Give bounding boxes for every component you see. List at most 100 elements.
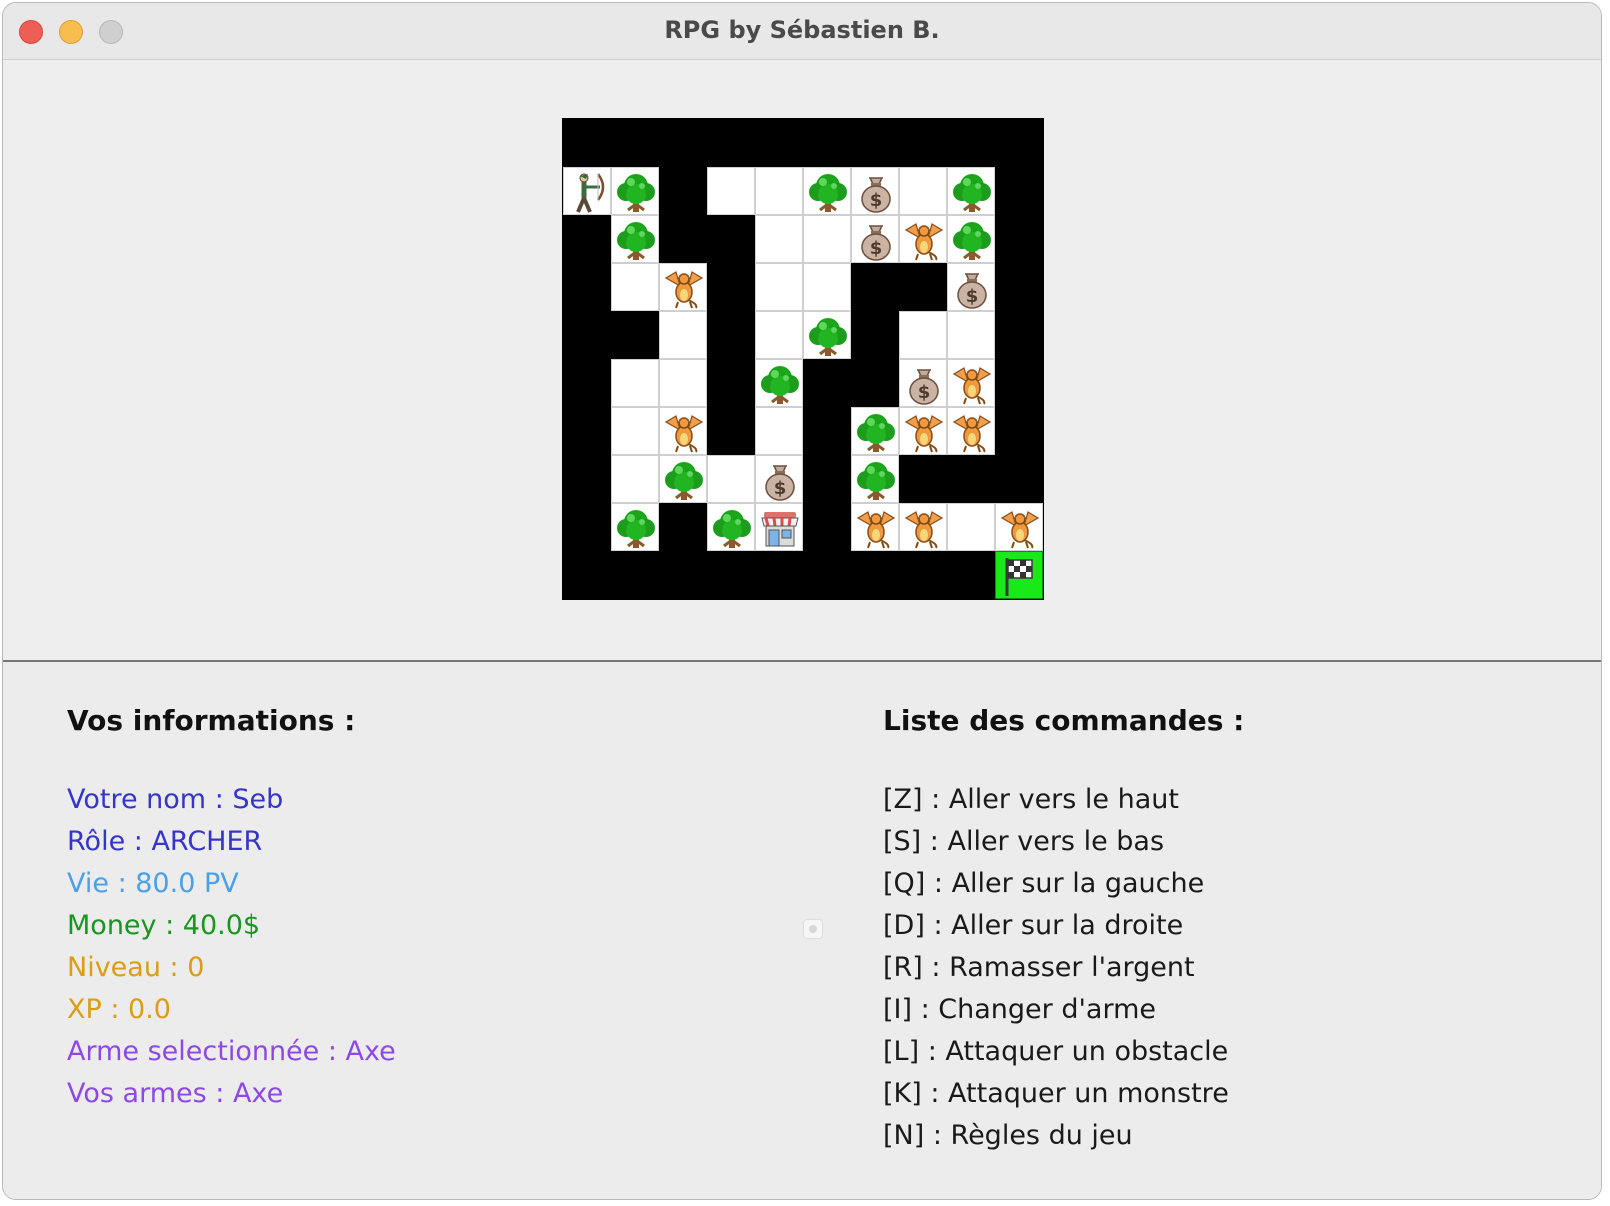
board-cell bbox=[659, 263, 707, 311]
info-line: Vos armes : Axe bbox=[67, 1078, 284, 1109]
board-cell bbox=[947, 311, 995, 359]
board-cell bbox=[947, 167, 995, 215]
panel-handle[interactable] bbox=[803, 919, 823, 939]
board-cell bbox=[659, 359, 707, 407]
board-cell bbox=[899, 407, 947, 455]
window-title: RPG by Sébastien B. bbox=[664, 16, 940, 44]
dragon-icon bbox=[952, 415, 992, 453]
board-cell: $ bbox=[755, 455, 803, 503]
tree-icon bbox=[665, 462, 703, 500]
finish-flag-icon bbox=[1005, 558, 1033, 596]
command-line: [Z] : Aller vers le haut bbox=[883, 784, 1179, 815]
tree-icon bbox=[953, 174, 991, 212]
game-panel: $ $ $ $ $ bbox=[3, 60, 1601, 660]
money-bag-icon: $ bbox=[861, 225, 891, 261]
command-line: [D] : Aller sur la droite bbox=[883, 910, 1184, 941]
svg-text:$: $ bbox=[870, 190, 883, 211]
dragon-icon bbox=[904, 223, 944, 261]
info-line: Votre nom : Seb bbox=[67, 784, 284, 815]
tree-icon bbox=[713, 510, 751, 548]
board-cell: $ bbox=[851, 167, 899, 215]
svg-text:$: $ bbox=[918, 382, 931, 403]
board-cell bbox=[755, 167, 803, 215]
board-cell bbox=[899, 311, 947, 359]
board-cell bbox=[755, 407, 803, 455]
board-cell bbox=[611, 263, 659, 311]
tree-icon bbox=[857, 414, 895, 452]
board-cell bbox=[899, 215, 947, 263]
shop-icon bbox=[761, 512, 799, 547]
board-cell bbox=[563, 167, 611, 215]
board-cell bbox=[947, 503, 995, 551]
board-cell bbox=[611, 407, 659, 455]
dragon-icon bbox=[856, 511, 896, 549]
info-line: XP : 0.0 bbox=[67, 994, 171, 1025]
title-bar: RPG by Sébastien B. bbox=[3, 3, 1601, 60]
command-line: [L] : Attaquer un obstacle bbox=[883, 1036, 1229, 1067]
money-bag-icon: $ bbox=[909, 369, 939, 405]
board-cell: $ bbox=[899, 359, 947, 407]
dragon-icon bbox=[904, 415, 944, 453]
board-cell bbox=[611, 503, 659, 551]
money-bag-icon: $ bbox=[957, 273, 987, 309]
board-cell bbox=[707, 503, 755, 551]
money-bag-icon: $ bbox=[861, 177, 891, 213]
board-cell bbox=[851, 455, 899, 503]
board-cell bbox=[899, 167, 947, 215]
info-heading: Vos informations : bbox=[67, 704, 356, 737]
info-line: Rôle : ARCHER bbox=[67, 826, 263, 857]
board-cell bbox=[803, 215, 851, 263]
board-cell bbox=[851, 407, 899, 455]
board-cell bbox=[611, 215, 659, 263]
game-board[interactable]: $ $ $ $ $ bbox=[562, 118, 1044, 600]
tree-icon bbox=[809, 318, 847, 356]
dragon-icon bbox=[1000, 511, 1040, 549]
tree-icon bbox=[761, 366, 799, 404]
tree-icon bbox=[617, 510, 655, 548]
command-line: [R] : Ramasser l'argent bbox=[883, 952, 1195, 983]
board-cell bbox=[659, 407, 707, 455]
svg-text:$: $ bbox=[966, 286, 979, 307]
tree-icon bbox=[809, 174, 847, 212]
board-cell: $ bbox=[947, 263, 995, 311]
money-bag-icon: $ bbox=[765, 465, 795, 501]
info-line: Money : 40.0$ bbox=[67, 910, 261, 941]
status-panel: Vos informations : Votre nom : Seb Rôle :… bbox=[3, 662, 1601, 1199]
board-cell bbox=[755, 359, 803, 407]
board-cell bbox=[755, 263, 803, 311]
board-cell bbox=[611, 455, 659, 503]
board-cell: $ bbox=[851, 215, 899, 263]
tree-icon bbox=[617, 222, 655, 260]
info-line: Arme selectionnée : Axe bbox=[67, 1036, 396, 1067]
svg-text:$: $ bbox=[870, 238, 883, 259]
command-line: [I] : Changer d'arme bbox=[883, 994, 1156, 1025]
board-cell bbox=[899, 503, 947, 551]
board-cell bbox=[755, 215, 803, 263]
dragon-icon bbox=[952, 367, 992, 405]
tree-icon bbox=[857, 462, 895, 500]
dragon-icon bbox=[904, 511, 944, 549]
svg-text:$: $ bbox=[774, 478, 787, 499]
tree-icon bbox=[953, 222, 991, 260]
dragon-icon bbox=[664, 415, 704, 453]
board-cell bbox=[707, 167, 755, 215]
command-line: [K] : Attaquer un monstre bbox=[883, 1078, 1229, 1109]
board-cell bbox=[611, 167, 659, 215]
board-cell bbox=[659, 455, 707, 503]
board-cell bbox=[755, 503, 803, 551]
tree-icon bbox=[617, 174, 655, 212]
command-line: [Q] : Aller sur la gauche bbox=[883, 868, 1205, 899]
board-cell bbox=[803, 167, 851, 215]
command-line: [S] : Aller vers le bas bbox=[883, 826, 1165, 857]
board-cell bbox=[947, 359, 995, 407]
archer-icon bbox=[576, 173, 605, 213]
command-line: [N] : Règles du jeu bbox=[883, 1120, 1133, 1151]
finish-cell bbox=[995, 551, 1043, 599]
board-cell bbox=[803, 263, 851, 311]
board-cell bbox=[803, 311, 851, 359]
board-cell bbox=[659, 311, 707, 359]
app-window: RPG by Sébastien B. $ $ $ $ $ Vos informatio… bbox=[2, 2, 1602, 1200]
info-line: Niveau : 0 bbox=[67, 952, 205, 983]
dragon-icon bbox=[664, 271, 704, 309]
board-cell bbox=[851, 503, 899, 551]
